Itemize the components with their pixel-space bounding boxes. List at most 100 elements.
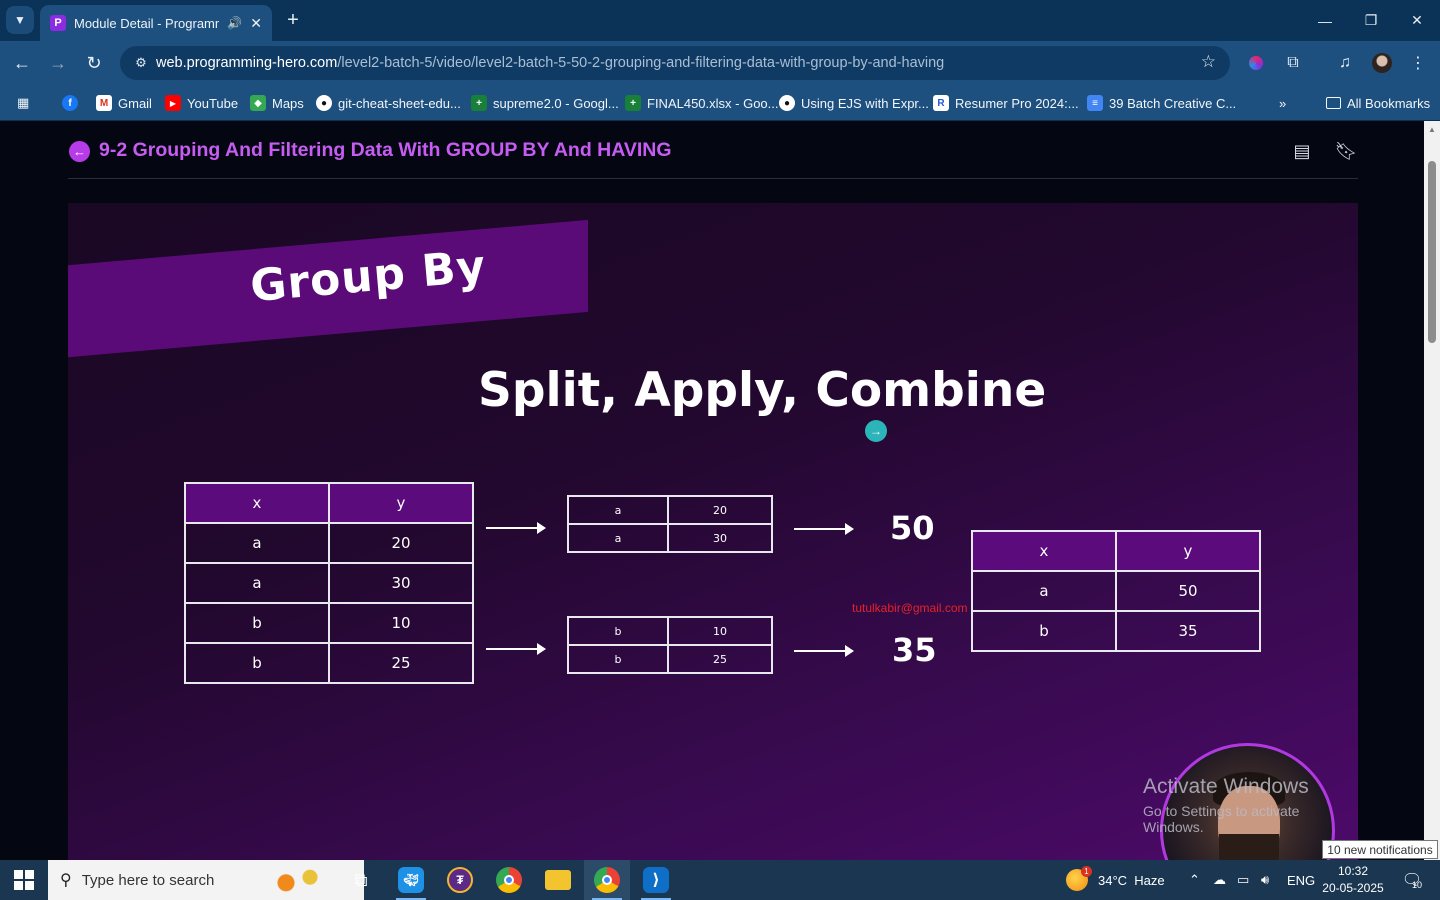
- new-tab-button[interactable]: +: [282, 9, 304, 31]
- scroll-up-arrow-icon[interactable]: ▲: [1428, 125, 1436, 134]
- table-cell: 25: [328, 642, 474, 684]
- scrollbar-thumb[interactable]: [1428, 161, 1436, 343]
- table-row: b 25: [184, 642, 474, 684]
- start-button[interactable]: [0, 860, 48, 900]
- taskbar-vscode[interactable]: ⟩: [633, 860, 679, 900]
- page-content: ← 9-2 Grouping And Filtering Data With G…: [0, 121, 1440, 860]
- weather-badge: 1: [1081, 866, 1092, 877]
- table-cell: a: [184, 522, 330, 564]
- taskbar-app-purple[interactable]: ₮: [437, 860, 483, 900]
- bookmark-git-cheat-sheet[interactable]: ● git-cheat-sheet-edu...: [316, 93, 461, 113]
- network-icon[interactable]: ▭: [1237, 860, 1249, 900]
- extensions-puzzle-icon[interactable]: ⧉: [1281, 51, 1305, 75]
- action-center-button[interactable]: 🗨︎ 10: [1392, 860, 1432, 900]
- close-tab-icon[interactable]: ✕: [250, 15, 262, 32]
- weather-widget[interactable]: 1 34°C Haze: [1066, 860, 1165, 900]
- notifications-toast[interactable]: 10 new notifications: [1322, 840, 1438, 859]
- taskbar-file-explorer[interactable]: [535, 860, 581, 900]
- more-bookmarks-chevron-icon[interactable]: »: [1279, 93, 1286, 113]
- table-row: b 25: [567, 644, 773, 674]
- bookmark-39-batch[interactable]: ≡ 39 Batch Creative C...: [1087, 93, 1236, 113]
- notes-icon[interactable]: ▤: [1290, 139, 1314, 163]
- youtube-icon: ▶: [165, 95, 181, 111]
- table-row: a 20: [567, 495, 773, 525]
- show-hidden-icons-chevron-icon[interactable]: ⌃: [1189, 860, 1200, 900]
- activate-line-2: Go to Settings to activate Windows.: [1143, 803, 1300, 835]
- table-cell: b: [971, 610, 1117, 652]
- browser-toolbar: ← → ↻ ⚙ web.programming-hero.com/level2-…: [0, 41, 1440, 85]
- windows-logo-icon: [14, 870, 34, 890]
- forward-arrow-icon[interactable]: →: [44, 49, 72, 77]
- restore-button[interactable]: ❐: [1348, 0, 1394, 41]
- bookmark-resumer[interactable]: R Resumer Pro 2024:...: [933, 93, 1079, 113]
- bookmark-star-icon[interactable]: ☆: [1201, 52, 1216, 72]
- taskbar-docker-app[interactable]: 🐳︎: [388, 860, 434, 900]
- search-placeholder: Type here to search: [81, 871, 215, 889]
- table-row: a 50: [971, 570, 1261, 612]
- group-a-table: a 20 a 30: [567, 495, 773, 553]
- notification-count: 10: [1412, 880, 1423, 890]
- back-arrow-icon[interactable]: ←: [8, 49, 36, 77]
- site-info-icon[interactable]: ⚙: [130, 52, 152, 74]
- tab-search-button[interactable]: ▼: [6, 6, 34, 34]
- bookmark-supreme[interactable]: + supreme2.0 - Googl...: [471, 93, 619, 113]
- gmail-icon: M: [96, 95, 112, 111]
- table-cell: 35: [1115, 610, 1261, 652]
- page-scrollbar[interactable]: ▲: [1424, 121, 1440, 860]
- bookmark-label: Gmail: [118, 95, 152, 111]
- minimize-button[interactable]: —: [1302, 0, 1348, 41]
- result-table: x y a 50 b 35: [971, 530, 1261, 652]
- url-text[interactable]: web.programming-hero.com/level2-batch-5/…: [156, 55, 944, 71]
- bookmark-ejs[interactable]: ● Using EJS with Expr...: [779, 93, 929, 113]
- onedrive-cloud-icon[interactable]: ☁︎: [1213, 860, 1226, 900]
- split-arrow-b: [486, 643, 546, 655]
- chevron-down-icon: ▼: [14, 13, 26, 27]
- all-bookmarks-folder[interactable]: All Bookmarks: [1326, 93, 1430, 113]
- taskbar-chrome-profile[interactable]: [584, 860, 630, 900]
- video-player[interactable]: Group By Split, Apply, Combine → x y a 2…: [68, 203, 1358, 860]
- taskbar-search-box[interactable]: ⚲ Type here to search: [48, 860, 364, 900]
- table-cell: 10: [667, 616, 773, 646]
- folder-icon: [1326, 97, 1341, 109]
- split-arrow-a: [486, 522, 546, 534]
- reload-icon[interactable]: ↻: [80, 49, 108, 77]
- bookmark-maps[interactable]: ◆ Maps: [250, 93, 304, 113]
- taskbar-clock[interactable]: 10:32 20-05-2025: [1318, 863, 1388, 897]
- address-bar[interactable]: ⚙ web.programming-hero.com/level2-batch-…: [120, 46, 1230, 80]
- bookmark-facebook[interactable]: f: [62, 93, 84, 113]
- extension-colorful-icon[interactable]: [1244, 51, 1268, 75]
- browser-tab-strip: ▼ P Module Detail - Programmi 🔊 ✕ + — ❐ …: [0, 0, 1440, 41]
- taskbar-chrome[interactable]: [486, 860, 532, 900]
- source-table: x y a 20 a 30 b 10 b 25: [184, 482, 474, 684]
- column-header: y: [1115, 530, 1261, 572]
- column-header: y: [328, 482, 474, 524]
- language-indicator[interactable]: ENG: [1287, 860, 1315, 900]
- resumer-icon: R: [933, 95, 949, 111]
- bookmark-gmail[interactable]: M Gmail: [96, 93, 152, 113]
- bookmark-final450[interactable]: + FINAL450.xlsx - Goo...: [625, 93, 779, 113]
- slide-headline: Split, Apply, Combine: [478, 363, 1047, 418]
- apps-grid-icon[interactable]: ▦: [17, 93, 29, 113]
- chrome-menu-icon[interactable]: ⋮: [1406, 51, 1430, 75]
- chrome-icon: [496, 867, 522, 893]
- table-row: a 30: [184, 562, 474, 604]
- tab-title: Module Detail - Programmi: [74, 15, 220, 31]
- media-control-icon[interactable]: ♫: [1333, 51, 1357, 75]
- close-window-button[interactable]: ✕: [1394, 0, 1440, 41]
- group-b-table: b 10 b 25: [567, 616, 773, 674]
- sheets-icon: +: [625, 95, 641, 111]
- column-header: x: [184, 482, 330, 524]
- back-arrow-icon[interactable]: ←: [69, 141, 90, 162]
- bookmark-icon[interactable]: 🔖︎: [1334, 139, 1358, 163]
- table-cell: 10: [328, 602, 474, 644]
- table-row: b 10: [184, 602, 474, 644]
- table-header-row: x y: [184, 482, 474, 524]
- speaker-icon[interactable]: 🔊: [227, 16, 242, 30]
- browser-tab-active[interactable]: P Module Detail - Programmi 🔊 ✕: [40, 5, 272, 41]
- volume-icon[interactable]: 🔊︎: [1261, 860, 1269, 900]
- bookmark-youtube[interactable]: ▶ YouTube: [165, 93, 238, 113]
- bookmark-label: FINAL450.xlsx - Goo...: [647, 95, 779, 111]
- profile-avatar[interactable]: [1370, 51, 1394, 75]
- table-cell: a: [567, 495, 669, 525]
- task-view-icon[interactable]: ⧉: [338, 860, 384, 900]
